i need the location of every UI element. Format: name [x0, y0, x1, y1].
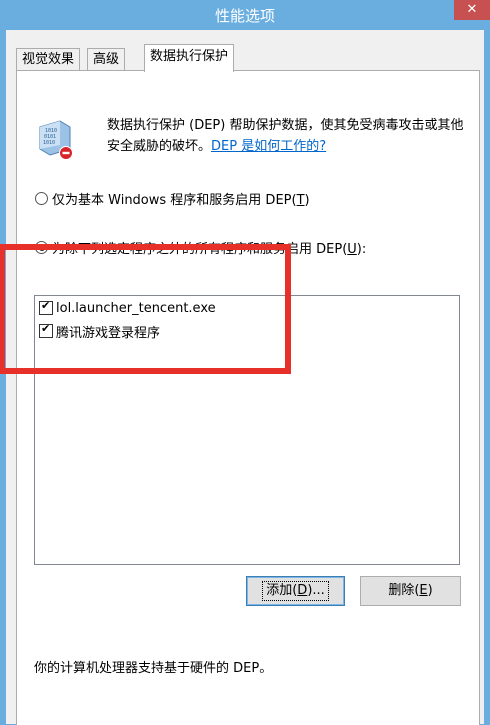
- title-bar: 性能选项 ✕: [0, 0, 490, 30]
- dep-shield-icon: 1010 0101 1010: [39, 120, 73, 160]
- dep-help-link[interactable]: DEP 是如何工作的?: [211, 139, 326, 154]
- close-button[interactable]: ✕: [454, 0, 490, 20]
- radio-label-essential: 仅为基本 Windows 程序和服务启用 DEP(T): [52, 193, 310, 208]
- red-highlight-box: [0, 244, 291, 374]
- window-title: 性能选项: [214, 7, 275, 25]
- svg-text:1010: 1010: [43, 140, 55, 146]
- remove-button[interactable]: 删除(E): [360, 576, 461, 606]
- hardware-dep-note: 你的计算机处理器支持基于硬件的 DEP。: [34, 661, 273, 676]
- tab-advanced[interactable]: 高级: [87, 48, 126, 70]
- radio-essential-only[interactable]: 仅为基本 Windows 程序和服务启用 DEP(T): [35, 189, 310, 208]
- dep-tab-panel: 1010 0101 1010 数据执行保护 (DEP) 帮助保护数据，使其免受病…: [16, 70, 480, 725]
- tab-visual-effects[interactable]: 视觉效果: [16, 48, 81, 70]
- performance-options-dialog: 视觉效果 高级 数据执行保护 1010 0101 1010 数据执行保护 (DE…: [6, 30, 484, 725]
- add-button[interactable]: 添加(D)...: [246, 576, 345, 606]
- tab-data-execution-prevention[interactable]: 数据执行保护: [144, 44, 235, 72]
- dep-description: 数据执行保护 (DEP) 帮助保护数据，使其免受病毒攻击或其他安全威胁的破坏。D…: [107, 115, 472, 157]
- radio-button-essential[interactable]: [35, 192, 48, 205]
